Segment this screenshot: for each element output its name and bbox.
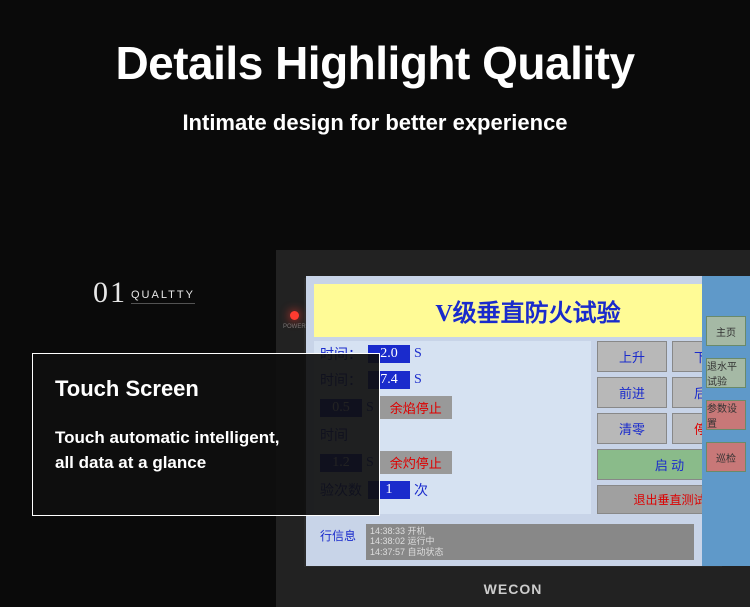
device-brand-label: WECON — [484, 581, 543, 597]
footer-log: 14:38:33 开机 14:38:02 运行中 14:37:57 自动状态 — [366, 524, 694, 560]
log-line: 14:38:02 运行中 — [370, 536, 690, 547]
horizontal-test-button[interactable]: 退水平试验 — [706, 358, 746, 388]
afterglow-stop-button[interactable]: 余灼停止 — [380, 451, 452, 474]
power-label: POWER — [283, 324, 306, 330]
power-led-icon — [290, 311, 299, 320]
hmi-footer: 行信息 14:38:33 开机 14:38:02 运行中 14:37:57 自动… — [314, 524, 694, 560]
param-setting-button[interactable]: 参数设置 — [706, 400, 746, 430]
feature-tag: QUALTTY — [131, 289, 195, 304]
feature-number-badge: 01 QUALTTY — [93, 276, 195, 310]
feature-info-box: Touch Screen Touch automatic intelligent… — [32, 353, 380, 516]
clear-button[interactable]: 清零 — [597, 413, 667, 444]
param-unit: 次 — [414, 480, 428, 500]
param-unit: S — [414, 372, 422, 388]
forward-button[interactable]: 前进 — [597, 377, 667, 408]
footer-label: 行信息 — [314, 524, 362, 560]
home-button[interactable]: 主页 — [706, 316, 746, 346]
feature-title: Touch Screen — [55, 376, 357, 402]
page-subtitle: Intimate design for better experience — [0, 110, 750, 136]
log-line: 14:38:33 开机 — [370, 526, 690, 537]
hmi-side-nav: 主页 退水平试验 参数设置 巡检 — [702, 276, 750, 566]
page-title: Details Highlight Quality — [0, 0, 750, 90]
up-button[interactable]: 上升 — [597, 341, 667, 372]
hmi-screen-title: V级垂直防火试验 — [314, 284, 742, 337]
inspection-button[interactable]: 巡检 — [706, 442, 746, 472]
param-unit: S — [414, 346, 422, 362]
feature-number: 01 — [93, 276, 127, 310]
log-line: 14:37:57 自动状态 — [370, 547, 690, 558]
feature-description: Touch automatic intelligent, all data at… — [55, 426, 357, 475]
afterflame-stop-button[interactable]: 余焰停止 — [380, 396, 452, 419]
